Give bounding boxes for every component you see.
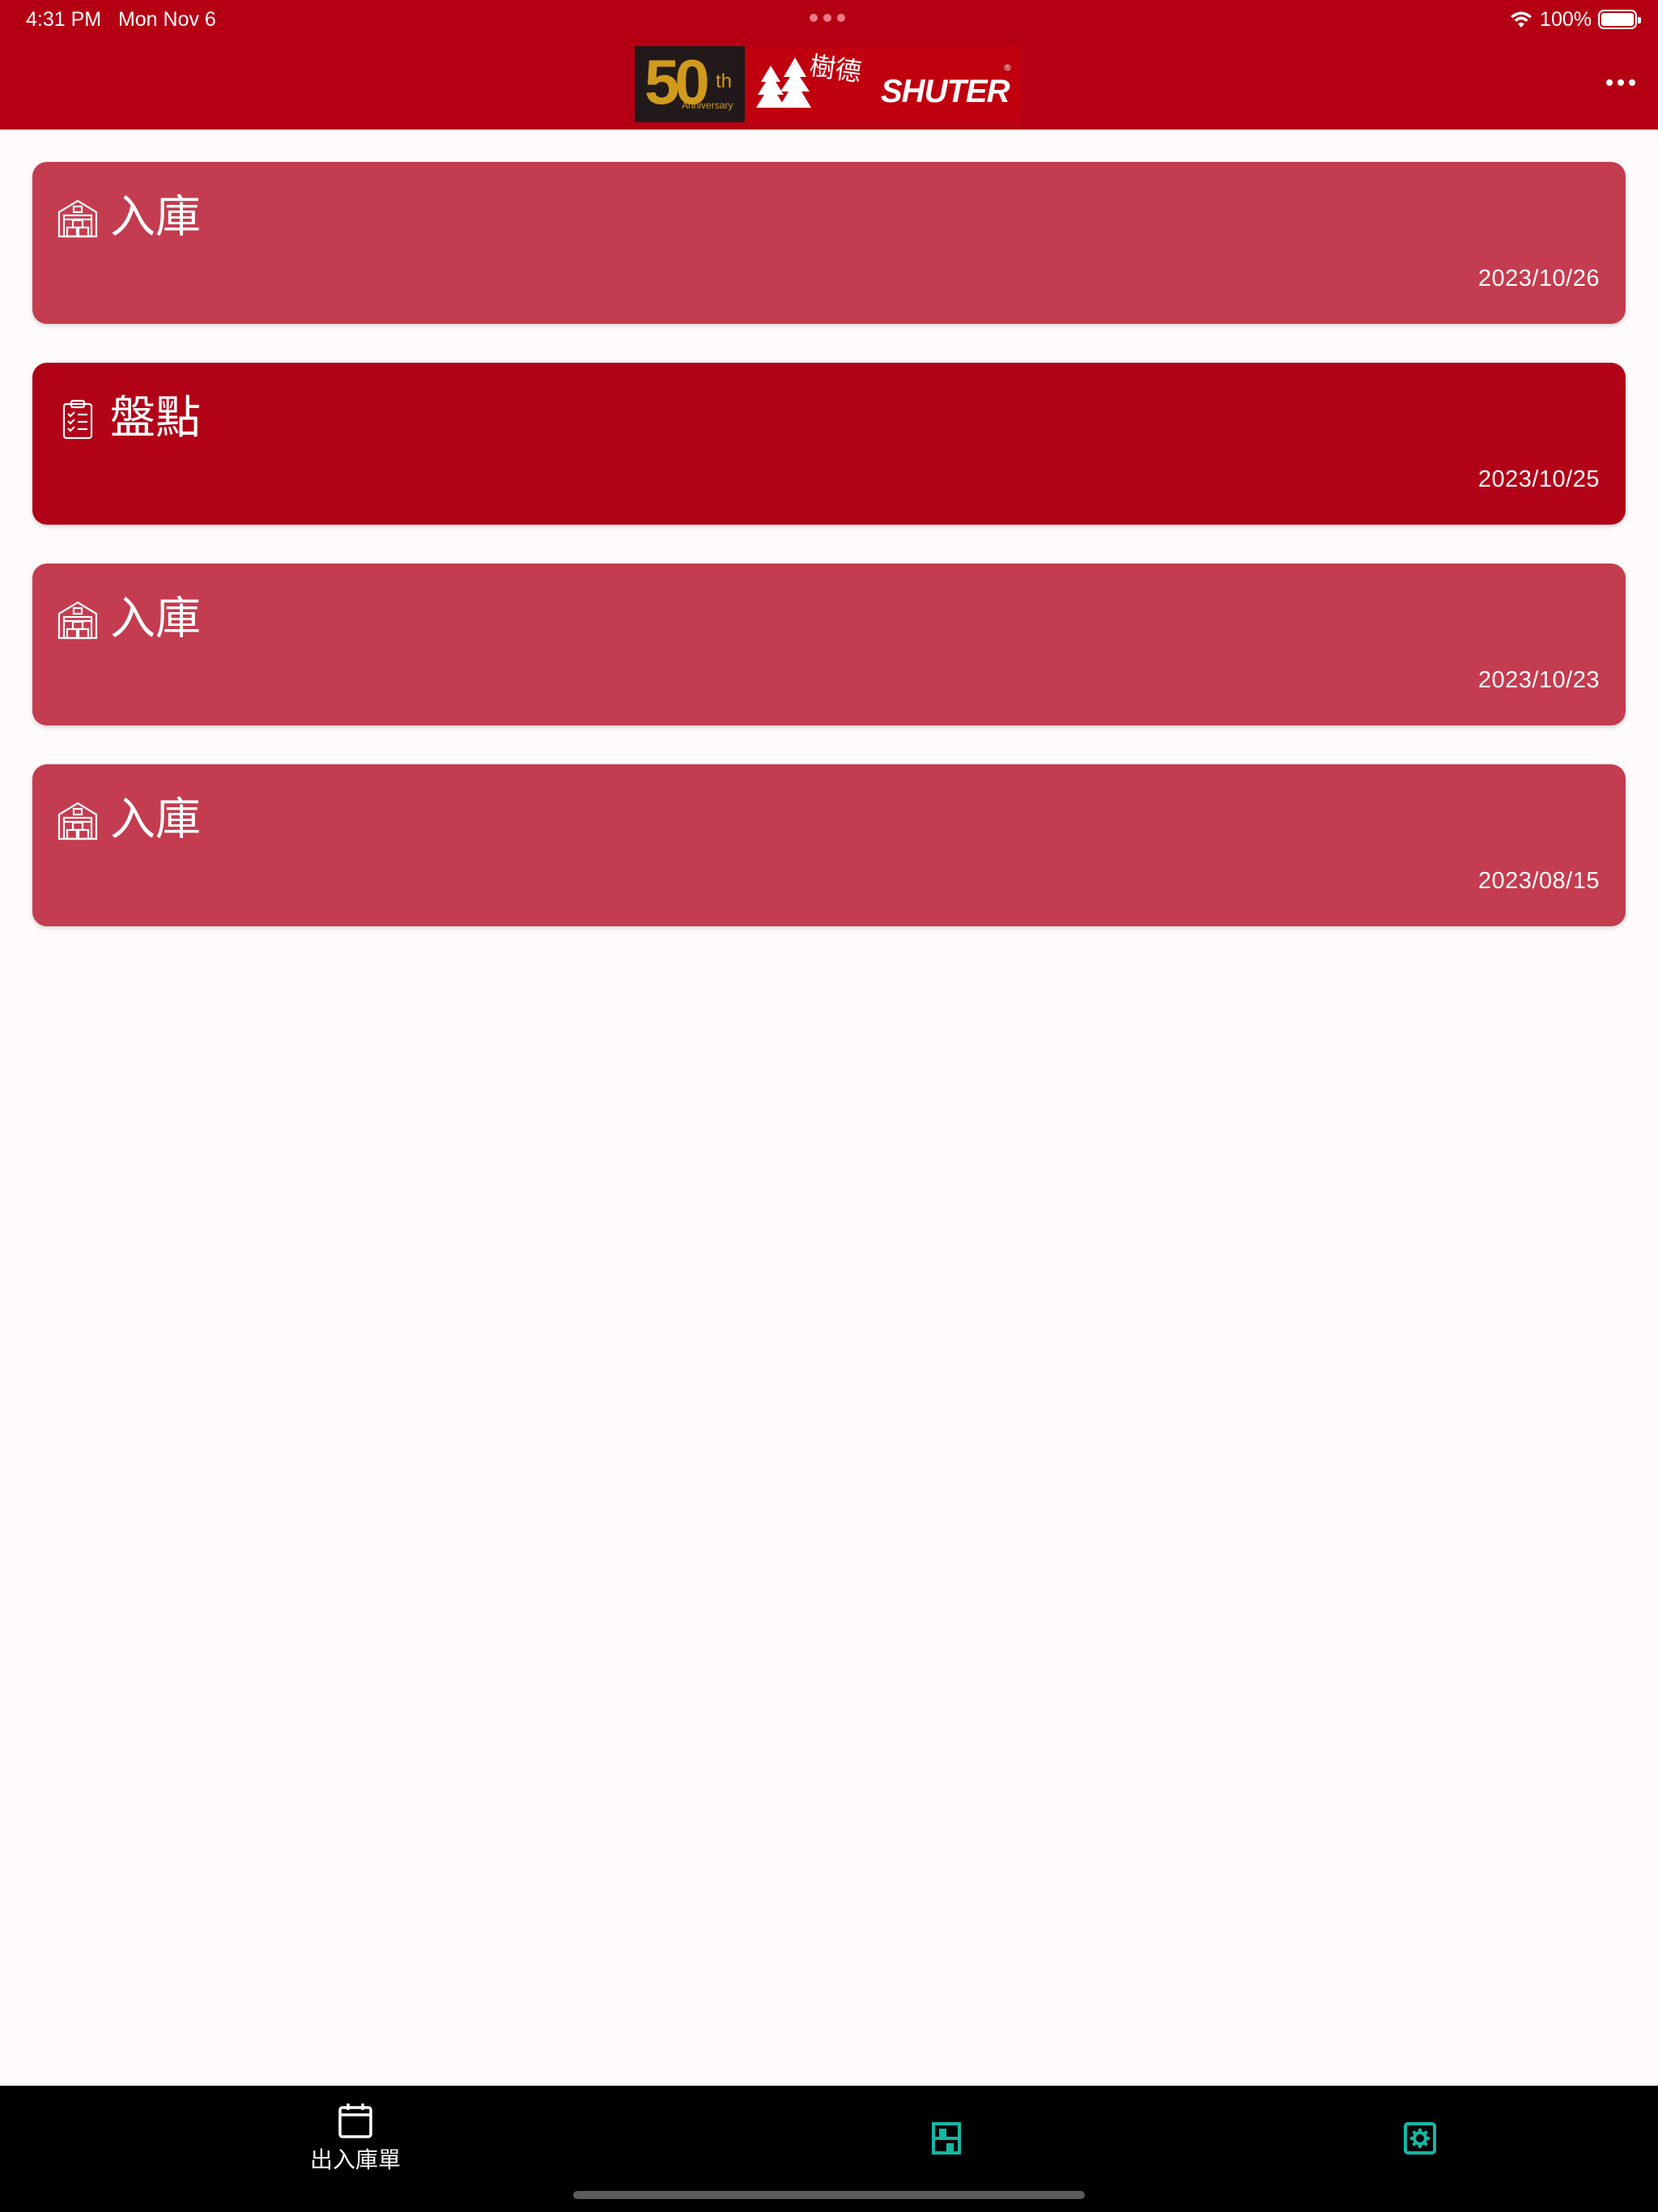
record-title: 入庫 (110, 593, 201, 645)
top-bar: 4:31 PM Mon Nov 6 100% 50 th Anniversary (0, 0, 1658, 130)
warehouse-icon (57, 599, 99, 641)
record-title: 入庫 (110, 191, 201, 244)
record-card-inbound[interactable]: 入庫 2023/08/15 (32, 764, 1626, 926)
app-screen: 4:31 PM Mon Nov 6 100% 50 th Anniversary (0, 0, 1658, 2212)
battery-percentage: 100% (1540, 7, 1592, 31)
multitasking-dots-icon[interactable] (810, 14, 845, 22)
clipboard-checklist-icon (57, 398, 99, 440)
shuter-50th-anniversary-logo: 50 th Anniversary 樹德 SHUTER ® (635, 46, 1022, 122)
calendar-icon (338, 2104, 372, 2138)
record-date: 2023/10/26 (1477, 266, 1600, 291)
record-title: 盤點 (110, 392, 201, 445)
record-date: 2023/10/23 (1477, 667, 1600, 693)
warehouse-icon (57, 800, 99, 842)
status-indicators: 100% (1509, 5, 1641, 34)
more-options-button[interactable] (1596, 66, 1645, 99)
record-card-inbound[interactable]: 入庫 2023/10/23 (32, 564, 1626, 725)
battery-full-icon (1598, 10, 1641, 29)
registered-mark: ® (1003, 62, 1012, 73)
anniversary-suffix: th (716, 70, 733, 92)
anniversary-badge: 50 th Anniversary (635, 46, 745, 122)
brand-mark: 樹德 SHUTER ® (745, 46, 1022, 122)
record-date: 2023/08/15 (1477, 868, 1600, 894)
nav-tab-settings[interactable] (1299, 2086, 1541, 2191)
more-horizontal-icon (1606, 79, 1613, 86)
nav-tab-shelves[interactable] (825, 2086, 1068, 2191)
brand-name: SHUTER (881, 74, 1010, 109)
status-date: Mon Nov 6 (117, 8, 216, 31)
anniversary-text: Anniversary (682, 100, 733, 111)
pine-trees-icon (756, 57, 811, 108)
brand-chinese-name: 樹德 (807, 49, 864, 88)
status-clock: 4:31 PM (26, 8, 102, 31)
nav-tab-label: 出入庫單 (309, 2146, 401, 2173)
record-card-inbound[interactable]: 入庫 2023/10/26 (32, 162, 1626, 324)
record-card-stocktake[interactable]: 盤點 2023/10/25 (32, 363, 1626, 525)
status-time: 4:31 PM Mon Nov 6 (26, 5, 216, 34)
home-indicator[interactable] (573, 2191, 1085, 2199)
shelf-icon (932, 2122, 961, 2155)
nav-tab-inout-orders[interactable]: 出入庫單 (234, 2086, 477, 2191)
settings-gear-icon (1404, 2122, 1436, 2155)
warehouse-icon (57, 198, 99, 240)
record-title: 入庫 (110, 793, 201, 846)
wifi-icon (1511, 11, 1533, 28)
records-list: 入庫 2023/10/26 盤點 2023/10/25 入庫 2023/10/23 入庫 20… (32, 162, 1626, 965)
record-date: 2023/10/25 (1477, 466, 1600, 492)
